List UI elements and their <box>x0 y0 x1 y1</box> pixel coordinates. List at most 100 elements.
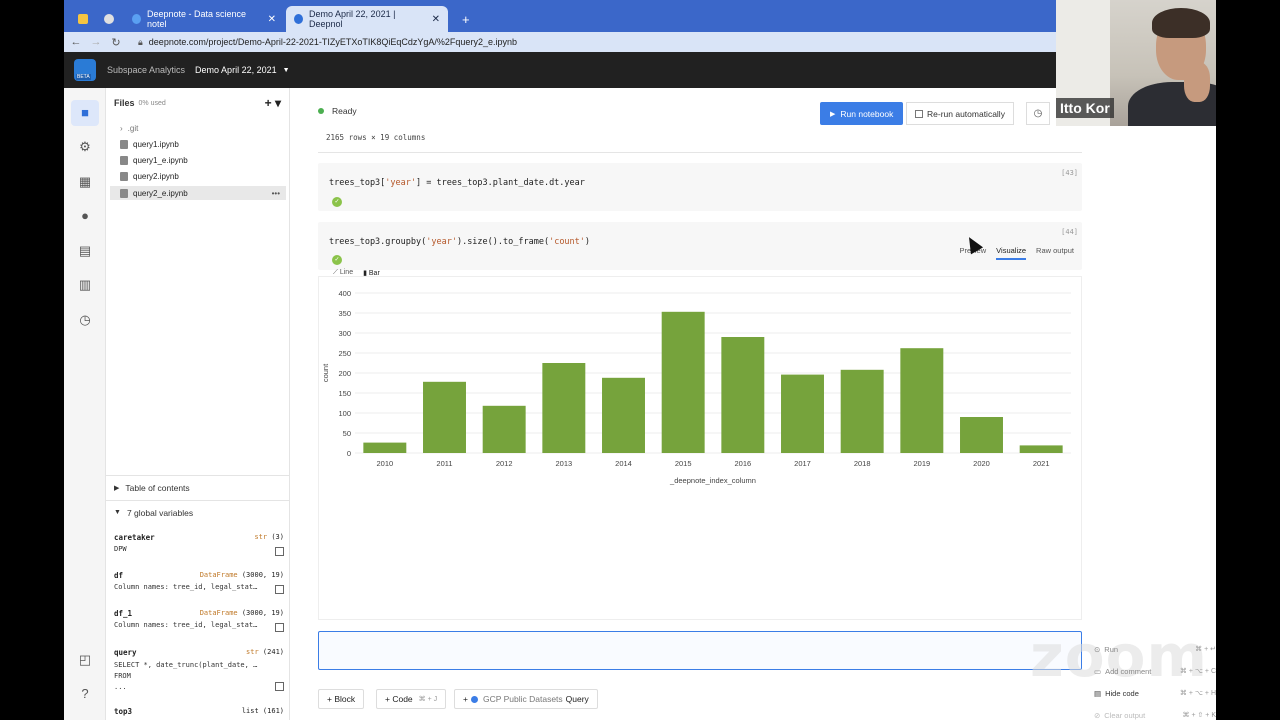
x-tick-label: 2013 <box>555 459 572 468</box>
workspace-name[interactable]: Subspace Analytics <box>107 65 185 75</box>
file-item[interactable]: query1_e.ipynb <box>110 153 286 167</box>
lock-icon: 🔒︎ <box>138 36 143 47</box>
tab-visualize[interactable]: Visualize <box>996 246 1027 260</box>
play-icon: ⊙ <box>1094 644 1101 654</box>
file-label: .git <box>127 123 139 133</box>
line-chart-icon: ⟋ <box>333 269 340 276</box>
variable-preview: SELECT *, date_trunc(plant_date, … FROM … <box>114 661 258 691</box>
file-item-git[interactable]: › .git <box>110 121 286 135</box>
close-icon[interactable]: ✕ <box>432 14 440 25</box>
code-cell-43[interactable]: [43] trees_top3['year'] = trees_top3.pla… <box>318 163 1082 211</box>
close-icon[interactable]: ✕ <box>268 14 276 25</box>
y-tick-label: 400 <box>338 289 351 298</box>
reload-icon[interactable]: ↻ <box>108 36 124 49</box>
url-text[interactable]: deepnote.com/project/Demo-April-22-2021-… <box>149 37 517 47</box>
variable-type: str <box>254 533 268 541</box>
chevron-down-icon[interactable]: ▼ <box>283 67 290 74</box>
more-options-icon[interactable]: ••• <box>272 189 280 198</box>
files-panel: Files 0% used + ▾ › .git query1.ipynb qu… <box>106 88 290 720</box>
tab-label: Demo April 22, 2021 | Deepnol <box>309 9 396 29</box>
open-external-icon[interactable] <box>275 623 284 632</box>
environment-icon[interactable]: ⚙ <box>77 139 93 155</box>
query-source-label: GCP Public Datasets <box>482 694 563 704</box>
files-header: Files 0% used + ▾ <box>114 96 281 110</box>
add-code-label: + Code <box>385 694 413 704</box>
deepnote-logo-icon[interactable]: BETA <box>74 59 96 81</box>
folder-icon[interactable]: ■ <box>77 105 93 121</box>
code-part: trees_top3.groupby( <box>329 237 427 247</box>
menu-item-hide-code[interactable]: ▤ Hide code ⌘ + ⌥ + H <box>1094 682 1216 704</box>
tab-deepnote-home[interactable]: Deepnote - Data science notel ✕ <box>124 6 284 32</box>
variable-df[interactable]: df DataFrame (3000, 19) Column names: tr… <box>114 571 284 594</box>
add-block-button[interactable]: + Block <box>318 689 365 709</box>
run-notebook-button[interactable]: ▶ Run notebook <box>820 102 904 125</box>
comment-icon: ▭ <box>1094 666 1102 676</box>
github-icon[interactable]: ● <box>77 208 93 224</box>
chevron-right-icon: › <box>120 123 123 133</box>
run-notebook-label: Run notebook <box>840 108 894 119</box>
tab-app-icons[interactable] <box>70 6 122 32</box>
plus-label: + <box>463 694 468 704</box>
schedule-icon[interactable]: ◷ <box>1026 102 1050 125</box>
bar <box>423 381 466 453</box>
file-item[interactable]: query1.ipynb <box>110 137 286 151</box>
menu-item-add-comment[interactable]: ▭ Add comment ⌘ + ⌥ + C <box>1094 660 1216 682</box>
back-icon[interactable]: ← <box>68 36 84 48</box>
success-check-icon: ✓ <box>332 197 342 207</box>
add-query-button[interactable]: + GCP Public Datasets Query <box>454 689 598 709</box>
open-external-icon[interactable] <box>275 585 284 594</box>
rerun-automatically-toggle[interactable]: Re-run automatically <box>906 102 1014 125</box>
variable-df-1[interactable]: df_1 DataFrame (3000, 19) Column names: … <box>114 609 284 632</box>
table-of-contents-toggle[interactable]: ▶ Table of contents <box>106 475 290 499</box>
x-tick-label: 2018 <box>854 459 871 468</box>
forward-icon[interactable]: → <box>88 36 104 48</box>
history-icon[interactable]: ◷ <box>77 312 93 328</box>
files-title: Files <box>114 98 135 108</box>
empty-code-cell[interactable] <box>318 631 1082 670</box>
help-icon[interactable]: ? <box>77 686 93 702</box>
variable-size: (241) <box>262 648 284 656</box>
new-tab-button[interactable]: + <box>454 6 478 32</box>
x-tick-label: 2020 <box>973 459 990 468</box>
code-part: ) <box>584 237 591 247</box>
global-variables-toggle[interactable]: ▼ 7 global variables <box>106 500 290 524</box>
checkbox[interactable] <box>915 109 923 118</box>
tab-demo-notebook[interactable]: Demo April 22, 2021 | Deepnol ✕ <box>286 6 448 32</box>
terminal-icon[interactable]: ▤ <box>77 243 93 259</box>
file-item-selected[interactable]: query2_e.ipynb ••• <box>110 186 286 200</box>
rerun-label: Re-run automatically <box>927 108 1005 119</box>
webcam-video: Itto Kor <box>1056 0 1216 126</box>
apps-icon[interactable]: ◰ <box>77 652 93 668</box>
file-label: query1.ipynb <box>133 139 179 149</box>
storage-usage: 0% used <box>138 99 166 107</box>
globals-label: 7 global variables <box>126 507 194 518</box>
menu-item-clear-output[interactable]: ⊘ Clear output ⌘ + ⇧ + K <box>1094 704 1216 720</box>
bigquery-icon <box>470 695 478 703</box>
code-text[interactable]: trees_top3.groupby('year').size().to_fra… <box>329 237 590 247</box>
variable-caretaker[interactable]: caretaker str (3) DPW <box>114 533 284 556</box>
tab-raw-output[interactable]: Raw output <box>1036 246 1074 260</box>
bar <box>900 348 944 453</box>
bar <box>1019 445 1063 453</box>
divider <box>318 152 1082 153</box>
deepnote-favicon-icon <box>294 14 304 24</box>
y-tick-label: 250 <box>338 349 351 358</box>
variable-type: DataFrame <box>199 571 238 579</box>
comments-icon[interactable]: ▥ <box>77 277 93 293</box>
project-name[interactable]: Demo April 22, 2021 <box>195 65 277 75</box>
code-text[interactable]: trees_top3['year'] = trees_top3.plant_da… <box>329 178 585 188</box>
menu-label: Add comment <box>1105 666 1152 676</box>
add-file-button[interactable]: + ▾ <box>265 96 281 110</box>
add-code-button[interactable]: + Code ⌘ + J <box>376 689 447 709</box>
file-item[interactable]: query2.ipynb <box>110 169 286 183</box>
variable-top3[interactable]: top3 list (161) <box>114 707 284 716</box>
menu-shortcut: ⌘ + ↵ <box>1195 646 1216 653</box>
menu-shortcut: ⌘ + ⌥ + H <box>1179 690 1216 697</box>
menu-item-run[interactable]: ⊙ Run ⌘ + ↵ <box>1094 638 1216 660</box>
integrations-icon[interactable]: ▦ <box>77 174 93 190</box>
open-external-icon[interactable] <box>275 682 284 691</box>
bar <box>960 417 1003 453</box>
open-external-icon[interactable] <box>275 547 284 556</box>
variable-type: str <box>246 648 259 656</box>
variable-query[interactable]: query str (241) SELECT *, date_trunc(pla… <box>114 648 284 693</box>
